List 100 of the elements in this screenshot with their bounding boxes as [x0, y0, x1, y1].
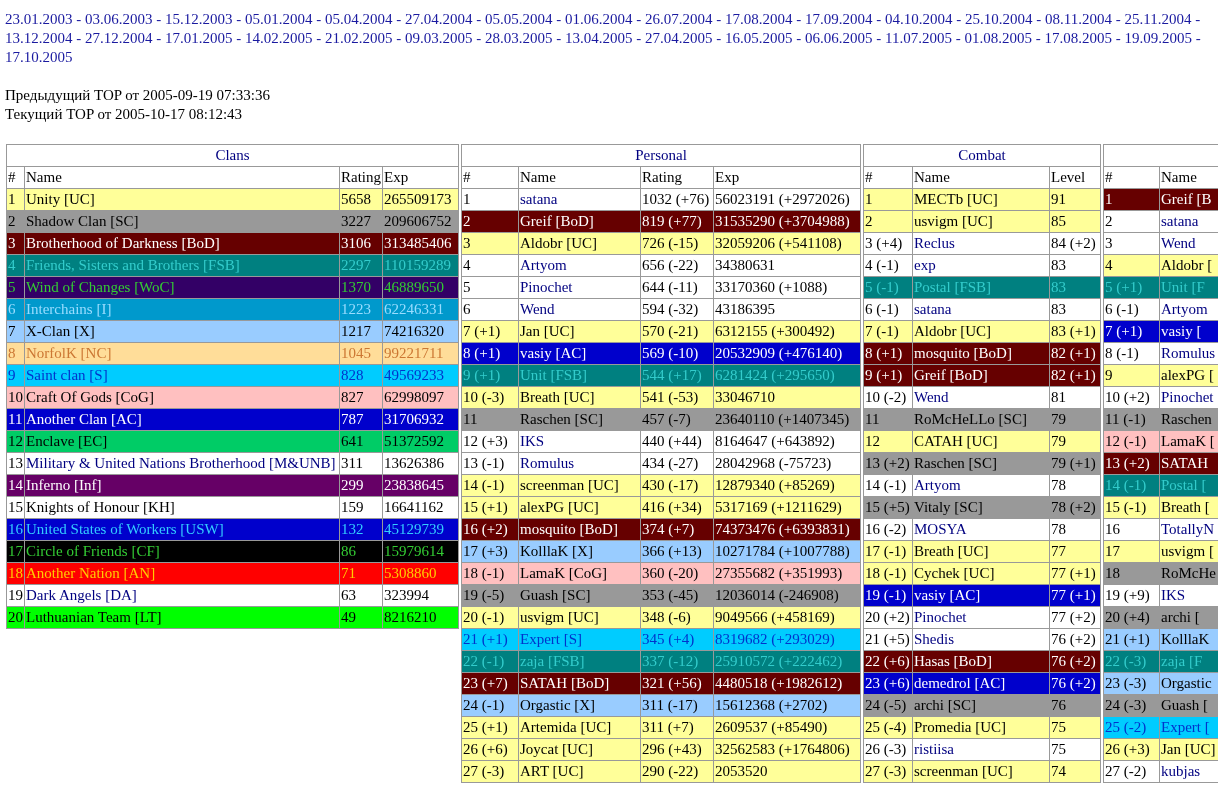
value-text: 110159289: [384, 256, 451, 274]
rank-text: 9: [8, 366, 16, 384]
value-text: 9049566 (+458169): [715, 608, 835, 626]
rank-text: 2: [1105, 212, 1113, 230]
name-text: mosquito [BoD]: [520, 520, 618, 538]
value-text: 1223: [341, 300, 371, 318]
link-separator: -: [716, 11, 722, 27]
value-text: 6312155 (+300492): [715, 322, 835, 340]
name-text: Greif [BoD]: [520, 212, 594, 230]
rank-text: 20 (+4): [1105, 608, 1150, 626]
column-header: Name: [520, 168, 556, 186]
rank-text: 18 (-1): [463, 564, 505, 582]
rank-text: 7 (+1): [1105, 322, 1143, 340]
date-link[interactable]: 09.03.2005: [405, 30, 473, 46]
link-separator: -: [796, 30, 802, 46]
date-link[interactable]: 25.10.2004: [965, 11, 1033, 27]
date-link[interactable]: 05.04.2004: [325, 11, 393, 27]
link-separator: -: [236, 11, 242, 27]
link-separator: -: [396, 11, 402, 27]
date-link[interactable]: 21.02.2005: [325, 30, 393, 46]
name-text: screenman [UC]: [914, 762, 1013, 780]
value-text: 366 (+13): [642, 542, 702, 560]
value-text: 62246331: [384, 300, 444, 318]
rank-text: 20 (+2): [865, 608, 910, 626]
value-text: 345 (+4): [642, 630, 695, 648]
date-link[interactable]: 14.02.2005: [245, 30, 313, 46]
date-link[interactable]: 17.10.2005: [5, 49, 73, 65]
link-separator: -: [636, 11, 642, 27]
date-link[interactable]: 17.08.2004: [725, 11, 793, 27]
name-text: Breath [UC]: [914, 542, 989, 560]
player-link[interactable]: IKS: [520, 432, 545, 450]
name-text: Unity [UC]: [26, 190, 95, 208]
date-link[interactable]: 16.05.2005: [725, 30, 793, 46]
date-link[interactable]: 04.10.2004: [885, 11, 953, 27]
link-separator: -: [556, 30, 562, 46]
date-link[interactable]: 13.04.2005: [565, 30, 633, 46]
date-link[interactable]: 15.12.2003: [165, 11, 233, 27]
date-link[interactable]: 23.01.2003: [5, 11, 73, 27]
value-text: 416 (+34): [642, 498, 702, 516]
date-link[interactable]: 03.06.2003: [85, 11, 153, 27]
rank-text: 8 (-1): [1105, 344, 1139, 362]
date-link[interactable]: 06.06.2005: [805, 30, 873, 46]
rank-text: 21 (+5): [865, 630, 910, 648]
rank-text: 9 (+1): [463, 366, 501, 384]
value-text: 353 (-45): [642, 586, 699, 604]
name-text: KolllaK [X]: [520, 542, 593, 560]
date-link[interactable]: 05.05.2004: [485, 11, 553, 27]
rank-text: 12: [8, 432, 23, 450]
date-link[interactable]: 11.07.2005: [885, 30, 952, 46]
value-text: 321 (+56): [642, 674, 702, 692]
rank-text: 17: [8, 542, 23, 560]
date-link[interactable]: 08.11.2004: [1045, 11, 1112, 27]
date-link[interactable]: 27.04.2004: [405, 11, 473, 27]
date-link[interactable]: 01.06.2004: [565, 11, 633, 27]
name-text: Raschen [SC]: [914, 454, 997, 472]
rank-text: 18 (-1): [865, 564, 907, 582]
date-link[interactable]: 01.08.2005: [964, 30, 1032, 46]
rank-text: 21 (+1): [463, 630, 508, 648]
name-text: Friends, Sisters and Brothers [FSB]: [26, 256, 240, 274]
value-text: 33170360 (+1088): [715, 278, 828, 296]
value-text: 13626386: [384, 454, 444, 472]
value-text: 23640110 (+1407345): [715, 410, 850, 428]
name-text: vasiy [AC]: [520, 344, 587, 362]
rank-text: 7 (+1): [463, 322, 501, 340]
value-text: 726 (-15): [642, 234, 699, 252]
date-link[interactable]: 17.08.2005: [1044, 30, 1112, 46]
name-text: Inferno [Inf]: [26, 476, 102, 494]
rank-text: 1: [1105, 190, 1113, 208]
name-text: Greif [B: [1161, 190, 1212, 208]
date-link[interactable]: 17.09.2004: [805, 11, 873, 27]
date-link[interactable]: 19.09.2005: [1124, 30, 1192, 46]
value-text: 77 (+2): [1051, 608, 1096, 626]
player-link[interactable]: Wend: [914, 388, 949, 406]
date-link[interactable]: 27.04.2005: [645, 30, 713, 46]
link-separator: -: [156, 30, 162, 46]
value-text: 46889650: [384, 278, 444, 296]
rank-text: 15 (+1): [463, 498, 508, 516]
rank-text: 17 (-1): [865, 542, 907, 560]
date-link[interactable]: 28.03.2005: [485, 30, 553, 46]
rank-text: 20: [8, 608, 23, 626]
value-text: 544 (+17): [642, 366, 702, 384]
date-link[interactable]: 27.12.2004: [85, 30, 153, 46]
rank-text: 22 (-1): [463, 652, 505, 670]
name-text: MECTb [UC]: [914, 190, 998, 208]
player-link[interactable]: exp: [914, 256, 936, 274]
value-text: 2297: [341, 256, 371, 274]
name-text: Joycat [UC]: [520, 740, 593, 758]
rank-text: 3 (+4): [865, 234, 903, 252]
date-link[interactable]: 13.12.2004: [5, 30, 73, 46]
date-link[interactable]: 17.01.2005: [165, 30, 233, 46]
date-link[interactable]: 26.07.2004: [645, 11, 713, 27]
name-text: Circle of Friends [CF]: [26, 542, 160, 560]
link-separator: -: [1115, 11, 1121, 27]
date-link[interactable]: 05.01.2004: [245, 11, 313, 27]
value-text: 20532909 (+476140): [715, 344, 843, 362]
date-link[interactable]: 25.11.2004: [1124, 11, 1192, 27]
rank-text: 14 (-1): [865, 476, 907, 494]
name-text: usvigm [: [1161, 542, 1214, 560]
name-text: Jan [UC]: [520, 322, 575, 340]
link-separator: -: [76, 11, 82, 27]
